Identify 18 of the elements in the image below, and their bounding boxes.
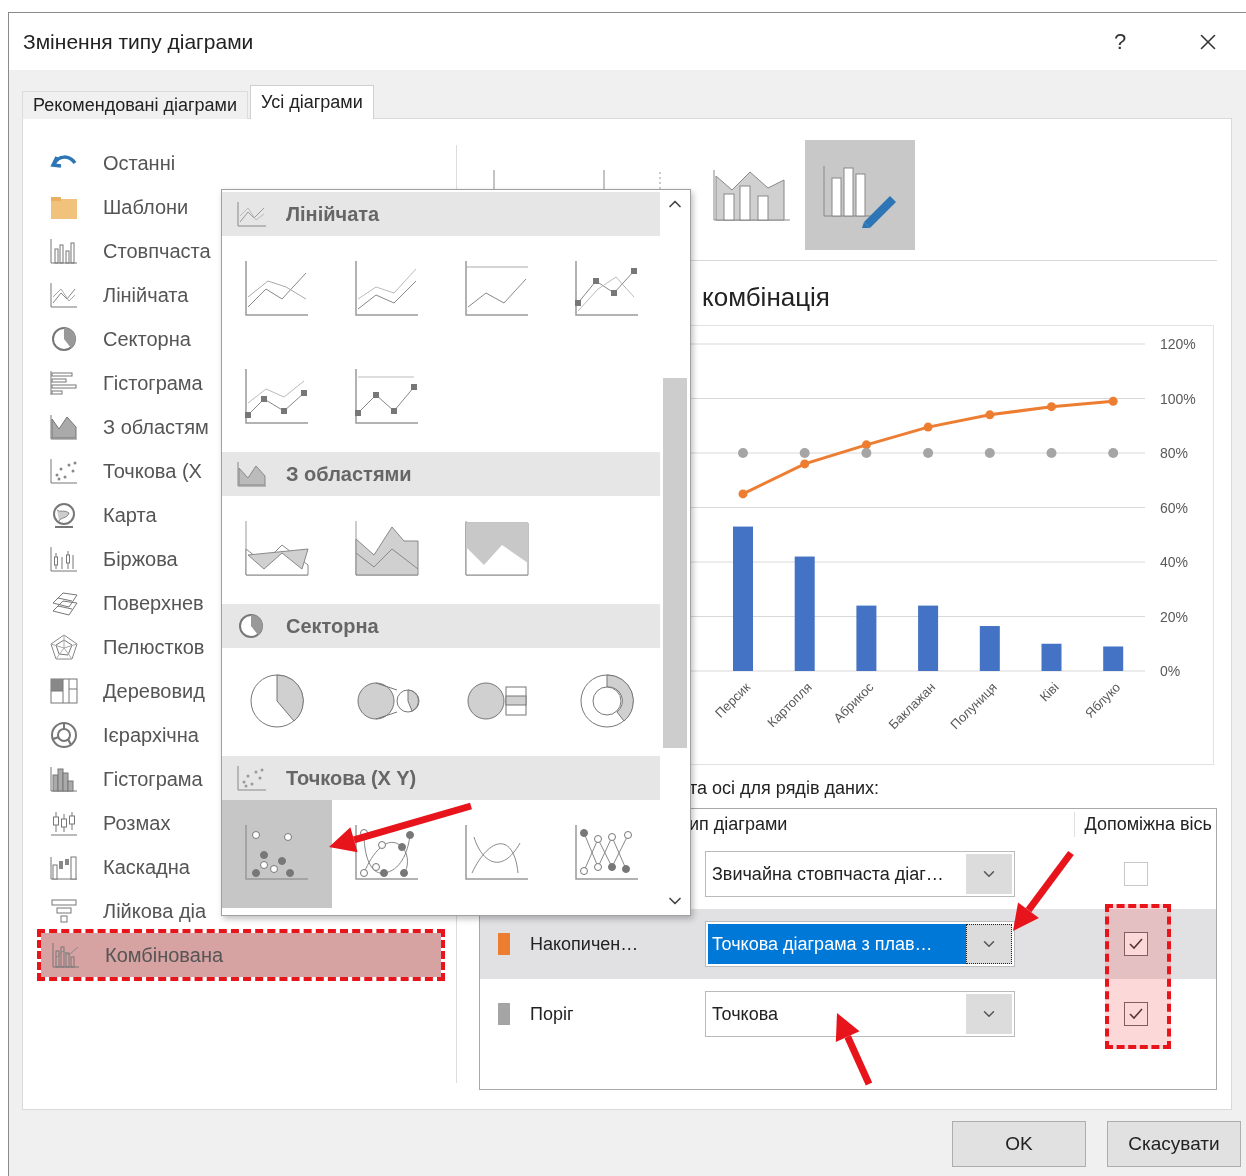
category-label: Ківі	[1036, 679, 1062, 705]
section-title: Лінійчата	[286, 202, 380, 226]
series-name: Поріг	[530, 1003, 574, 1025]
axis-tick-label: 60%	[1160, 499, 1189, 516]
section-title: З областями	[286, 462, 412, 486]
axis-tick-label: 20%	[1160, 608, 1189, 625]
axis-tick-label: 120%	[1160, 336, 1196, 352]
axis-tick-label: 100%	[1160, 390, 1196, 407]
series-name: Накопичен…	[530, 933, 639, 955]
series-label: та осі для рядів даних:	[688, 777, 880, 799]
variant-heading: комбінація	[702, 281, 830, 313]
axis-tick-label: 40%	[1160, 554, 1189, 570]
window-title: Змінення типу діаграми	[23, 29, 255, 54]
section-title: Точкова (X Y)	[286, 766, 417, 790]
axis-tick-label: 0%	[1160, 663, 1181, 679]
section-title: Секторна	[286, 614, 379, 638]
axis-tick-label: 80%	[1160, 445, 1189, 461]
column-header: Допоміжна вісь	[1073, 811, 1216, 837]
